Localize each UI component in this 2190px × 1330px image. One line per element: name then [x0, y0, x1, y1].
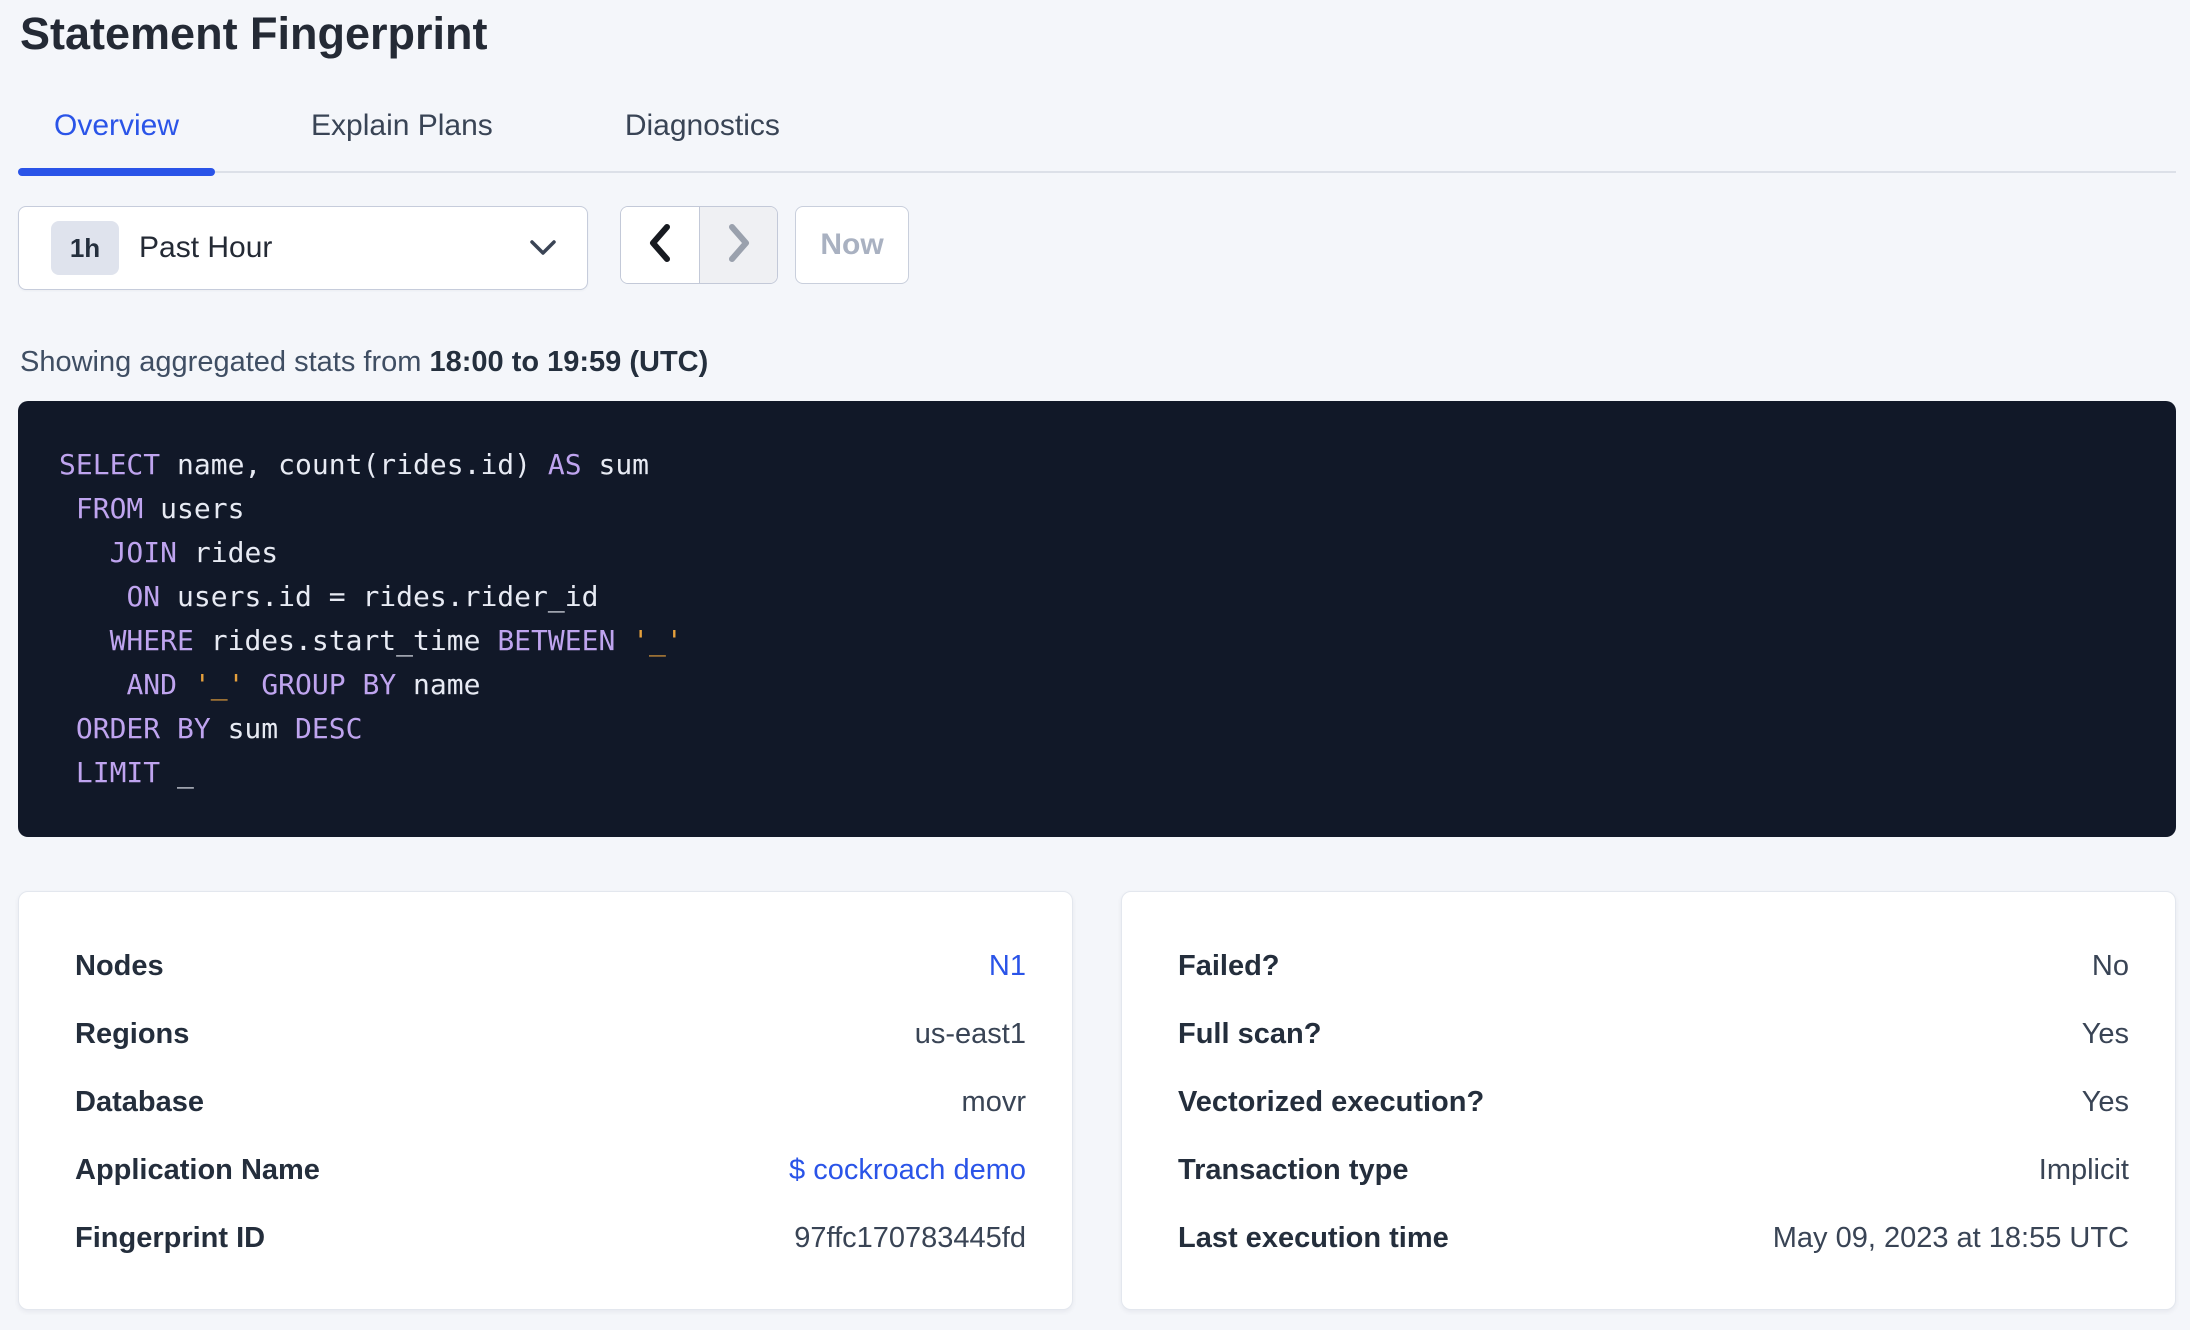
active-tab-underline	[18, 168, 216, 176]
detail-value: May 09, 2023 at 18:55 UTC	[1772, 1221, 2129, 1254]
detail-row-database: Database movr	[75, 1068, 1026, 1136]
time-interval-badge: 1h	[51, 221, 119, 275]
detail-label: Last execution time	[1178, 1221, 1449, 1254]
detail-value: No	[2091, 949, 2129, 982]
detail-label: Fingerprint ID	[75, 1221, 266, 1254]
detail-label: Transaction type	[1178, 1153, 1409, 1186]
statement-details-card: Nodes N1 Regions us-east1 Database movr …	[18, 891, 1073, 1310]
chevron-left-icon	[648, 223, 672, 267]
application-name-link[interactable]: $ cockroach demo	[789, 1154, 1026, 1187]
detail-row-full-scan: Full scan? Yes	[1178, 1000, 2129, 1068]
tab-explain-plans-label: Explain Plans	[311, 109, 493, 142]
nodes-link[interactable]: N1	[989, 950, 1026, 983]
tab-diagnostics-label: Diagnostics	[624, 109, 780, 142]
detail-cards: Nodes N1 Regions us-east1 Database movr …	[18, 891, 2176, 1310]
aggregated-stats-prefix: Showing aggregated stats from	[20, 346, 430, 378]
detail-value: Yes	[2081, 1017, 2129, 1050]
page: Statement Fingerprint Overview Explain P…	[0, 8, 2190, 1310]
time-range-dropdown[interactable]: 1h Past Hour	[18, 206, 588, 290]
detail-label: Failed?	[1178, 949, 1280, 982]
detail-row-vectorized-execution: Vectorized execution? Yes	[1178, 1068, 2129, 1136]
detail-row-application-name: Application Name $ cockroach demo	[75, 1136, 1026, 1204]
detail-label: Nodes	[75, 949, 164, 982]
execution-attributes-card: Failed? No Full scan? Yes Vectorized exe…	[1121, 891, 2176, 1310]
detail-row-last-execution-time: Last execution time May 09, 2023 at 18:5…	[1178, 1204, 2129, 1272]
detail-value: 97ffc170783445fd	[794, 1221, 1026, 1254]
detail-label: Full scan?	[1178, 1017, 1322, 1050]
sql-statement-box: SELECT name, count(rides.id) AS sum FROM…	[18, 401, 2176, 837]
detail-row-failed: Failed? No	[1178, 932, 2129, 1000]
detail-row-nodes: Nodes N1	[75, 932, 1026, 1000]
chevron-down-icon	[529, 239, 557, 257]
detail-label: Application Name	[75, 1153, 320, 1186]
chevron-right-icon	[727, 223, 751, 267]
time-controls: 1h Past Hour Now	[18, 206, 2176, 290]
aggregated-stats-range: 18:00 to 19:59 (UTC)	[429, 346, 709, 378]
tab-diagnostics[interactable]: Diagnostics	[589, 105, 816, 171]
detail-value: movr	[961, 1085, 1026, 1118]
tab-bar: Overview Explain Plans Diagnostics	[18, 105, 2176, 176]
detail-row-transaction-type: Transaction type Implicit	[1178, 1136, 2129, 1204]
detail-label: Vectorized execution?	[1178, 1085, 1485, 1118]
time-range-label: Past Hour	[139, 231, 273, 264]
tab-explain-plans[interactable]: Explain Plans	[275, 105, 529, 171]
page-title: Statement Fingerprint	[20, 8, 488, 59]
detail-row-fingerprint-id: Fingerprint ID 97ffc170783445fd	[75, 1204, 1026, 1272]
detail-value: Implicit	[2038, 1153, 2129, 1186]
tab-overview[interactable]: Overview	[18, 105, 216, 176]
time-step-buttons	[620, 206, 778, 284]
sql-statement: SELECT name, count(rides.id) AS sum FROM…	[59, 448, 683, 789]
previous-interval-button[interactable]	[621, 207, 699, 283]
detail-label: Regions	[75, 1017, 190, 1050]
now-button[interactable]: Now	[795, 206, 909, 284]
aggregated-stats-text: Showing aggregated stats from 18:00 to 1…	[20, 345, 2176, 379]
tab-overview-label: Overview	[54, 109, 180, 142]
next-interval-button[interactable]	[699, 207, 777, 283]
detail-label: Database	[75, 1085, 204, 1118]
detail-row-regions: Regions us-east1	[75, 1000, 1026, 1068]
detail-value: us-east1	[914, 1017, 1026, 1050]
detail-value: Yes	[2081, 1085, 2129, 1118]
